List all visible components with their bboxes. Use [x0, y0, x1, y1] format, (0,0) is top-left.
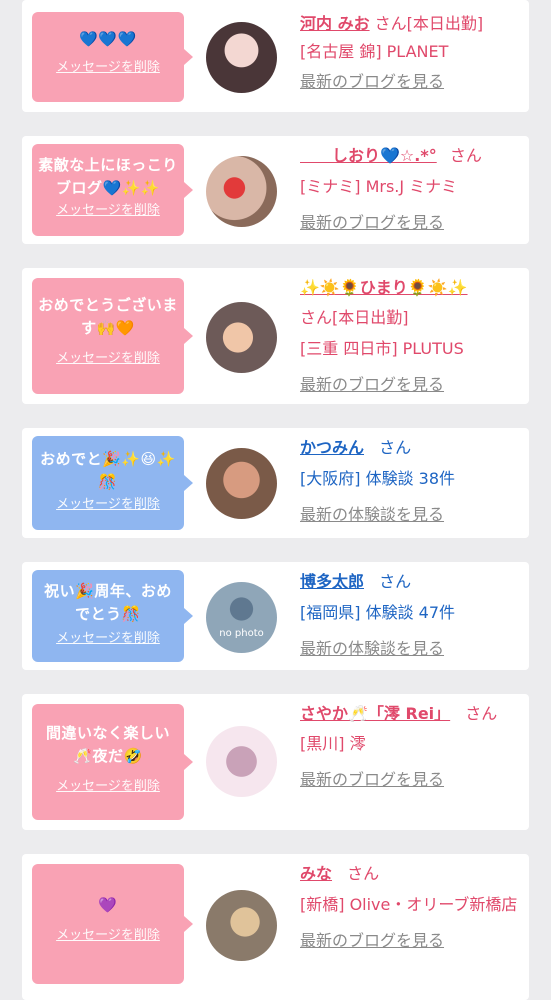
message-bubble: おめでと🎉✨😆✨🎊 メッセージを削除 — [32, 436, 193, 530]
avatar[interactable] — [206, 890, 277, 961]
message-card: 素敵な上にほっこりブログ💙✨✨ メッセージを削除 しおり💙☆.*° さん [ミナ… — [22, 136, 529, 244]
message-bubble: 💙💙💙 メッセージを削除 — [32, 12, 193, 102]
message-text: おめでと🎉✨😆✨🎊 — [40, 450, 176, 491]
user-status: さん — [347, 864, 380, 883]
message-text: おめでとうございます🙌🧡 — [38, 296, 178, 337]
delete-message-link[interactable]: メッセージを削除 — [38, 778, 178, 796]
latest-review-link[interactable]: 最新の体験談を見る — [300, 501, 522, 529]
review-detail: [福岡県] 体験談 47件 — [300, 603, 456, 622]
message-text: 💜 — [98, 896, 118, 914]
latest-blog-link[interactable]: 最新のブログを見る — [300, 371, 522, 399]
delete-message-link[interactable]: メッセージを削除 — [38, 496, 178, 514]
message-bubble: 💜 メッセージを削除 — [32, 864, 193, 984]
user-name-link[interactable]: 博多太郎 — [300, 572, 364, 591]
user-status: さん[本日出勤] — [374, 14, 484, 33]
message-bubble: 祝い🎉周年、おめでとう🎊 メッセージを削除 — [32, 570, 193, 662]
delete-message-link[interactable]: メッセージを削除 — [38, 630, 178, 648]
latest-blog-link[interactable]: 最新のブログを見る — [300, 68, 522, 96]
user-name-link[interactable]: みな — [300, 864, 332, 883]
avatar[interactable] — [206, 448, 277, 519]
shop-detail: [名古屋 錦] PLANET — [300, 42, 449, 61]
user-info: かつみん さん [大阪府] 体験談 38件 最新の体験談を見る — [300, 434, 522, 529]
latest-blog-link[interactable]: 最新のブログを見る — [300, 209, 522, 237]
delete-message-link[interactable]: メッセージを削除 — [38, 350, 178, 368]
user-info: しおり💙☆.*° さん [ミナミ] Mrs.J ミナミ 最新のブログを見る — [300, 142, 522, 237]
delete-message-link[interactable]: メッセージを削除 — [38, 59, 178, 77]
message-text: 💙💙💙 — [79, 30, 137, 48]
avatar[interactable]: no photo — [206, 582, 277, 653]
delete-message-link[interactable]: メッセージを削除 — [38, 927, 178, 945]
message-text: 祝い🎉周年、おめでとう🎊 — [44, 582, 172, 623]
delete-message-link[interactable]: メッセージを削除 — [38, 202, 178, 220]
user-name-link[interactable]: しおり💙☆.*° — [300, 146, 437, 165]
message-card: 💜 メッセージを削除 みな さん [新橋] Olive・オリーブ新橋店 最新のブ… — [22, 854, 529, 1000]
user-info: 河内 みお さん[本日出勤] [名古屋 錦] PLANET 最新のブログを見る — [300, 10, 522, 96]
shop-detail: [三重 四日市] PLUTUS — [300, 339, 464, 358]
latest-review-link[interactable]: 最新の体験談を見る — [300, 635, 522, 663]
message-text: 間違いなく楽しい🥂夜だ🤣 — [45, 724, 170, 765]
shop-detail: [黒川] 澪 — [300, 734, 366, 753]
user-name-link[interactable]: さやか🥂「澪 Rei」 — [300, 704, 450, 723]
message-card: 祝い🎉周年、おめでとう🎊 メッセージを削除 no photo 博多太郎 さん [… — [22, 562, 529, 670]
user-status: さん — [449, 146, 482, 165]
message-bubble: おめでとうございます🙌🧡 メッセージを削除 — [32, 278, 193, 394]
user-info: ✨☀️🌻ひまり🌻☀️✨ さん[本日出勤] [三重 四日市] PLUTUS 最新の… — [300, 274, 522, 399]
message-card: 間違いなく楽しい🥂夜だ🤣 メッセージを削除 さやか🥂「澪 Rei」 さん [黒川… — [22, 694, 529, 830]
shop-detail: [新橋] Olive・オリーブ新橋店 — [300, 895, 518, 914]
user-status: さん[本日出勤] — [300, 308, 409, 327]
user-status: さん — [465, 704, 498, 723]
user-status: さん — [379, 572, 412, 591]
user-info: 博多太郎 さん [福岡県] 体験談 47件 最新の体験談を見る — [300, 568, 522, 663]
avatar[interactable] — [206, 22, 277, 93]
user-info: みな さん [新橋] Olive・オリーブ新橋店 最新のブログを見る — [300, 860, 522, 955]
latest-blog-link[interactable]: 最新のブログを見る — [300, 766, 522, 794]
shop-detail: [ミナミ] Mrs.J ミナミ — [300, 177, 458, 196]
message-card: 💙💙💙 メッセージを削除 河内 みお さん[本日出勤] [名古屋 錦] PLAN… — [22, 0, 529, 112]
avatar[interactable] — [206, 302, 277, 373]
user-info: さやか🥂「澪 Rei」 さん [黒川] 澪 最新のブログを見る — [300, 700, 522, 794]
no-photo-label: no photo — [219, 628, 264, 639]
review-detail: [大阪府] 体験談 38件 — [300, 469, 456, 488]
message-text: 素敵な上にほっこりブログ💙✨✨ — [38, 156, 178, 197]
latest-blog-link[interactable]: 最新のブログを見る — [300, 927, 522, 955]
user-name-link[interactable]: かつみん — [300, 438, 364, 457]
avatar[interactable] — [206, 726, 277, 797]
user-name-link[interactable]: ✨☀️🌻ひまり🌻☀️✨ — [300, 278, 468, 297]
user-status: さん — [379, 438, 412, 457]
message-bubble: 素敵な上にほっこりブログ💙✨✨ メッセージを削除 — [32, 144, 193, 236]
message-bubble: 間違いなく楽しい🥂夜だ🤣 メッセージを削除 — [32, 704, 193, 820]
message-card: おめでと🎉✨😆✨🎊 メッセージを削除 かつみん さん [大阪府] 体験談 38件… — [22, 428, 529, 538]
user-name-link[interactable]: 河内 みお — [300, 14, 370, 33]
avatar[interactable] — [206, 156, 277, 227]
message-card: おめでとうございます🙌🧡 メッセージを削除 ✨☀️🌻ひまり🌻☀️✨ さん[本日出… — [22, 268, 529, 404]
